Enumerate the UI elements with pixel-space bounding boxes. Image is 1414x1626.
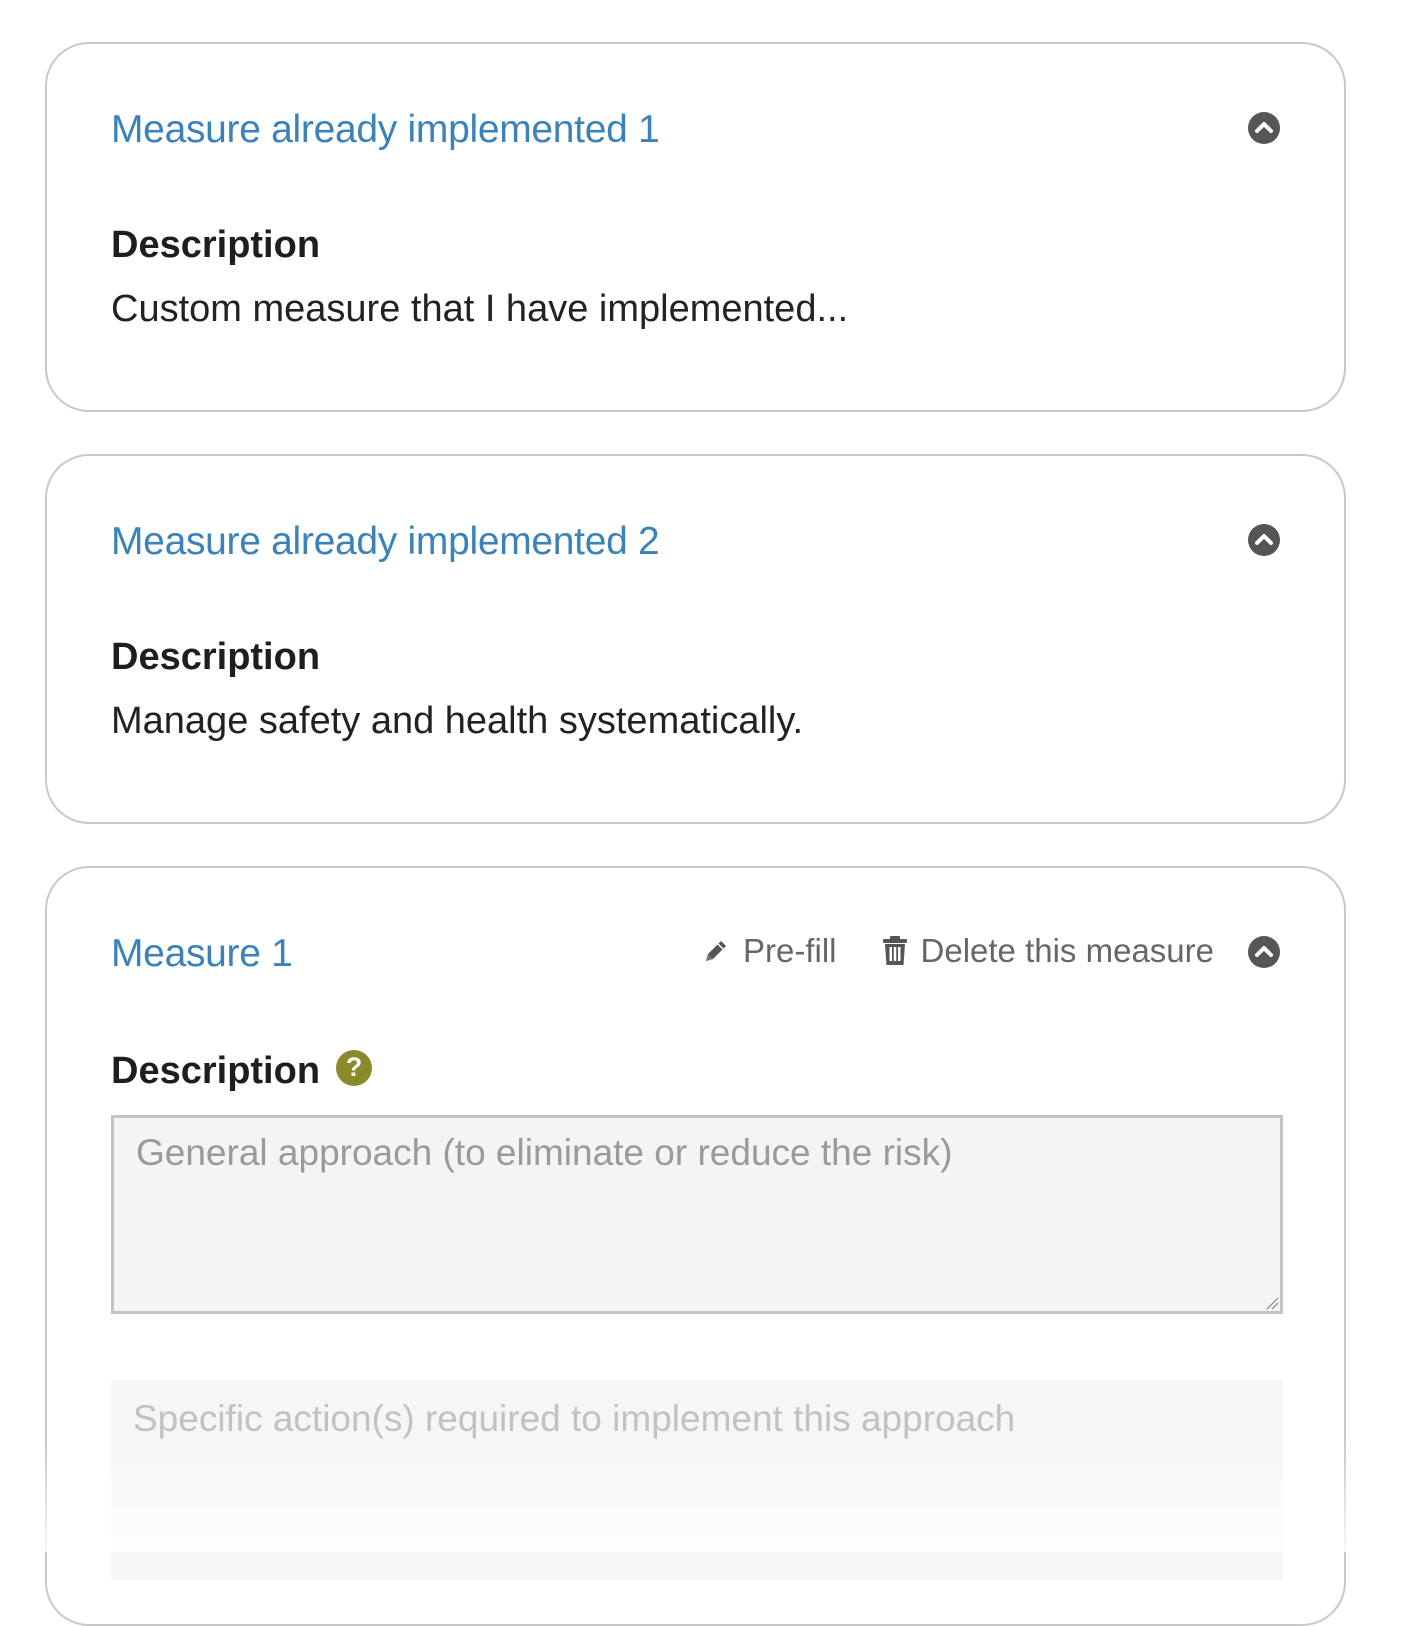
card-title[interactable]: Measure 1 <box>111 932 293 976</box>
resize-handle-icon[interactable] <box>1265 1296 1279 1310</box>
description-label: Description <box>111 636 321 678</box>
delete-measure-label: Delete this measure <box>920 932 1214 969</box>
measure-actions: Pre-fill Delete this measure <box>701 932 1214 970</box>
delete-measure-button[interactable]: Delete this measure <box>881 932 1214 970</box>
card-title[interactable]: Measure already implemented 1 <box>111 108 660 152</box>
implemented-measure-card-2: Measure already implemented 2 Descriptio… <box>45 454 1346 824</box>
general-approach-textarea[interactable] <box>111 1115 1283 1314</box>
description-value: Custom measure that I have implemented..… <box>111 288 849 330</box>
chevron-up-circle-icon[interactable] <box>1248 524 1280 556</box>
prefill-button[interactable]: Pre-fill <box>701 932 837 970</box>
chevron-up-circle-icon[interactable] <box>1248 936 1280 968</box>
description-value: Manage safety and health systematically. <box>111 700 804 742</box>
card-title[interactable]: Measure already implemented 2 <box>111 520 660 564</box>
chevron-up-circle-icon[interactable] <box>1248 112 1280 144</box>
question-circle-icon[interactable]: ? <box>336 1049 373 1086</box>
description-label: Description <box>111 1050 321 1092</box>
description-label-row: Description ? <box>111 1049 373 1093</box>
specific-actions-textarea[interactable] <box>111 1380 1283 1580</box>
trash-icon <box>881 935 909 967</box>
description-label: Description <box>111 224 321 266</box>
pencil-icon <box>701 936 731 966</box>
prefill-label: Pre-fill <box>743 932 837 969</box>
measure-card-1: Measure 1 Pre-fill Delete this measure D… <box>45 866 1346 1626</box>
implemented-measure-card-1: Measure already implemented 1 Descriptio… <box>45 42 1346 412</box>
